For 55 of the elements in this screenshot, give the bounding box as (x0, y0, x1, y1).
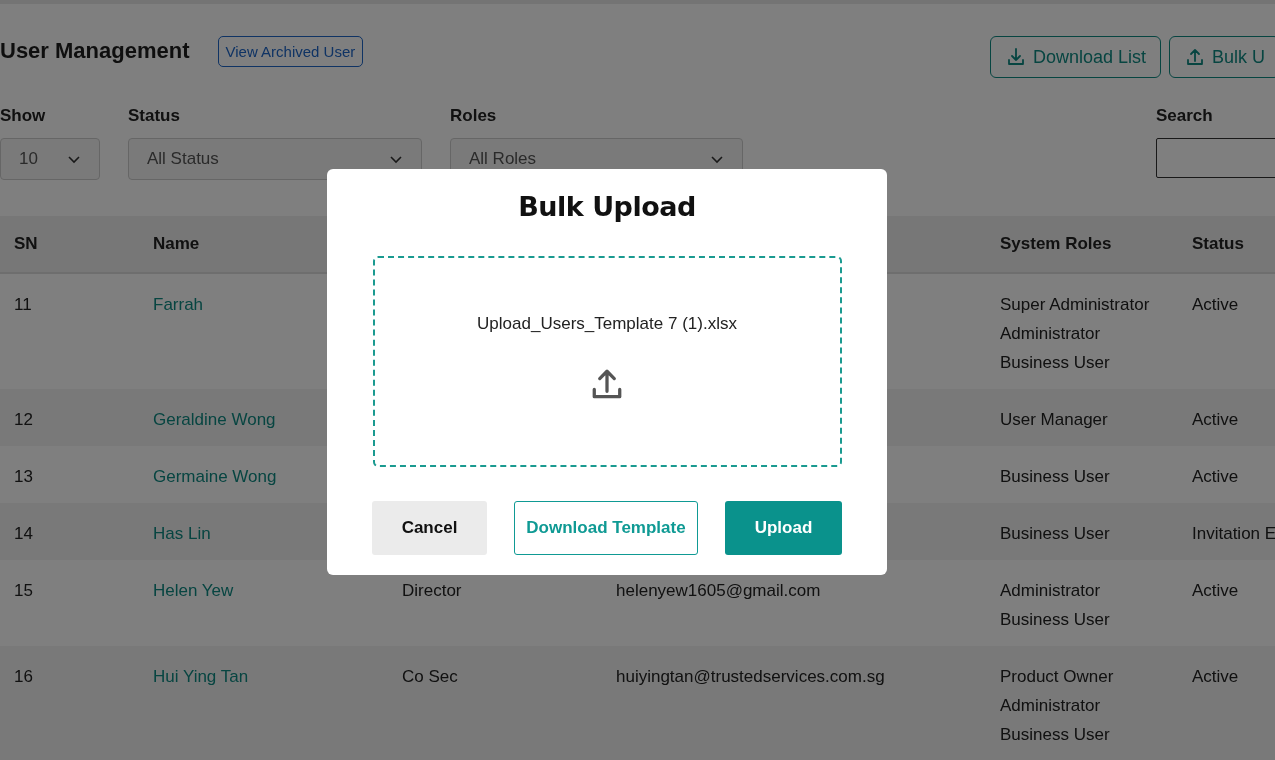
column-header: SN (13, 234, 39, 254)
download-template-button[interactable]: Download Template (514, 501, 698, 555)
role-text: Administrator (1000, 695, 1102, 717)
role-text: Business User (1000, 352, 1111, 374)
status-select[interactable]: All Status (128, 138, 422, 180)
table-cell-text: 13 (13, 466, 34, 488)
page-title: User Management (0, 38, 190, 64)
dialog-title: Bulk Upload (518, 191, 696, 222)
table-cell-text: 16 (13, 666, 34, 688)
user-name-link[interactable]: Geraldine Wong (153, 410, 276, 429)
upload-button[interactable]: Bulk U (1169, 36, 1275, 78)
column-header: Status (1191, 234, 1245, 254)
table-cell-text: 15 (13, 580, 34, 602)
upload-button[interactable]: Upload (725, 501, 842, 555)
filter-label: Show (0, 106, 47, 126)
status-text: Active (1191, 466, 1240, 488)
status-text: Invitation E (1191, 523, 1275, 545)
role-text: Super Administrator (1000, 294, 1151, 316)
table-cell-text: 14 (13, 523, 34, 545)
user-name-link[interactable]: Farrah (153, 295, 204, 314)
role-text: Product Owner (1000, 666, 1115, 688)
table-cell-text: 11 (13, 294, 33, 316)
role-text: Business User (1000, 523, 1111, 545)
status-text: Active (1191, 409, 1240, 431)
role-text: Business User (1000, 609, 1111, 631)
user-name-link[interactable]: Hui Ying Tan (153, 667, 249, 686)
table-cell-text: 12 (13, 409, 34, 431)
cancel-button[interactable]: Cancel (372, 501, 487, 555)
file-drop-zone[interactable]: Upload_Users_Template 7 (1).xlsx (372, 256, 842, 467)
file-name: Upload_Users_Template 7 (1).xlsx (477, 314, 737, 334)
filter-label: Roles (450, 106, 498, 126)
column-header: Name (152, 234, 201, 254)
upload-icon (1184, 46, 1206, 68)
status-text: Active (1191, 666, 1240, 688)
user-name-link[interactable]: Has Lin (153, 524, 211, 543)
show-select[interactable]: 10 (0, 138, 100, 180)
table-cell: Co Sec (402, 667, 458, 686)
view-archived-button[interactable]: View Archived User (217, 35, 364, 67)
user-name-link[interactable]: Germaine Wong (153, 467, 277, 486)
table-cell: Director (402, 581, 462, 600)
download-button[interactable]: Download List (989, 36, 1161, 78)
filter-label: Status (128, 106, 181, 126)
user-name-link[interactable]: Helen Yew (153, 581, 234, 600)
table-cell: helenyew1605@gmail.com (616, 581, 821, 600)
role-text: User Manager (1000, 409, 1109, 431)
table-cell: huiyingtan@trustedservices.com.sg (616, 667, 885, 686)
filter-label: Search (1156, 106, 1214, 126)
search-field[interactable] (1156, 138, 1275, 178)
role-text: Business User (1000, 466, 1111, 488)
column-header: System Roles (999, 234, 1113, 254)
role-text: Administrator (1000, 323, 1102, 345)
status-text: Active (1191, 294, 1240, 316)
role-text: Business User (1000, 724, 1111, 746)
role-text: Administrator (1000, 580, 1102, 602)
status-text: Active (1191, 580, 1240, 602)
